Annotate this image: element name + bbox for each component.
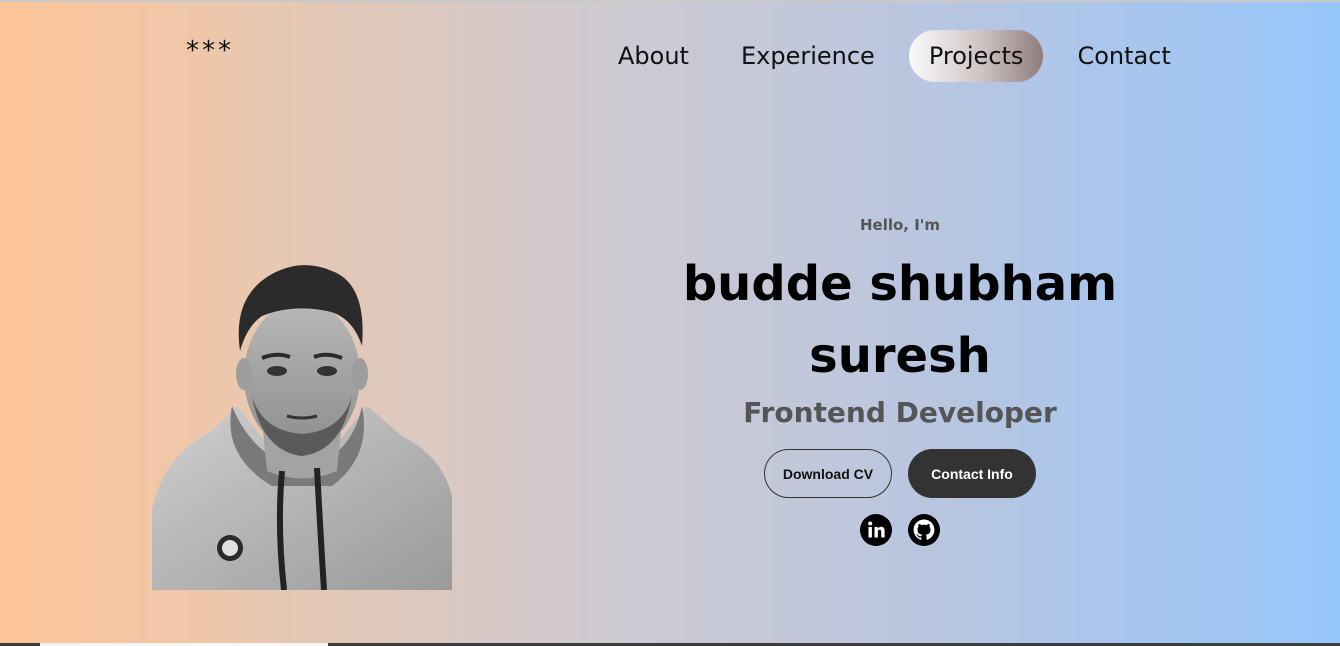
hero-section: Hello, I'm budde shubham suresh Frontend… — [620, 216, 1180, 546]
top-border — [0, 0, 1340, 2]
profile-photo — [152, 256, 452, 590]
site-logo[interactable]: *** — [186, 36, 234, 66]
main-nav: About Experience Projects Contact — [600, 30, 1189, 82]
nav-projects[interactable]: Projects — [908, 30, 1044, 82]
linkedin-icon[interactable] — [860, 514, 892, 546]
greeting-text: Hello, I'm — [859, 216, 941, 234]
social-links — [620, 514, 1180, 546]
nav-about[interactable]: About — [600, 32, 707, 80]
contact-info-button[interactable]: Contact Info — [908, 449, 1036, 498]
nav-contact[interactable]: Contact — [1059, 32, 1188, 80]
role-title: Frontend Developer — [743, 396, 1057, 429]
name-heading: budde shubham suresh — [620, 248, 1180, 392]
name-line-2: suresh — [809, 328, 991, 384]
github-icon[interactable] — [908, 514, 940, 546]
hero-buttons: Download CV Contact Info — [620, 449, 1180, 498]
nav-experience[interactable]: Experience — [723, 32, 893, 80]
name-line-1: budde shubham — [682, 256, 1118, 312]
download-cv-button[interactable]: Download CV — [764, 449, 892, 498]
